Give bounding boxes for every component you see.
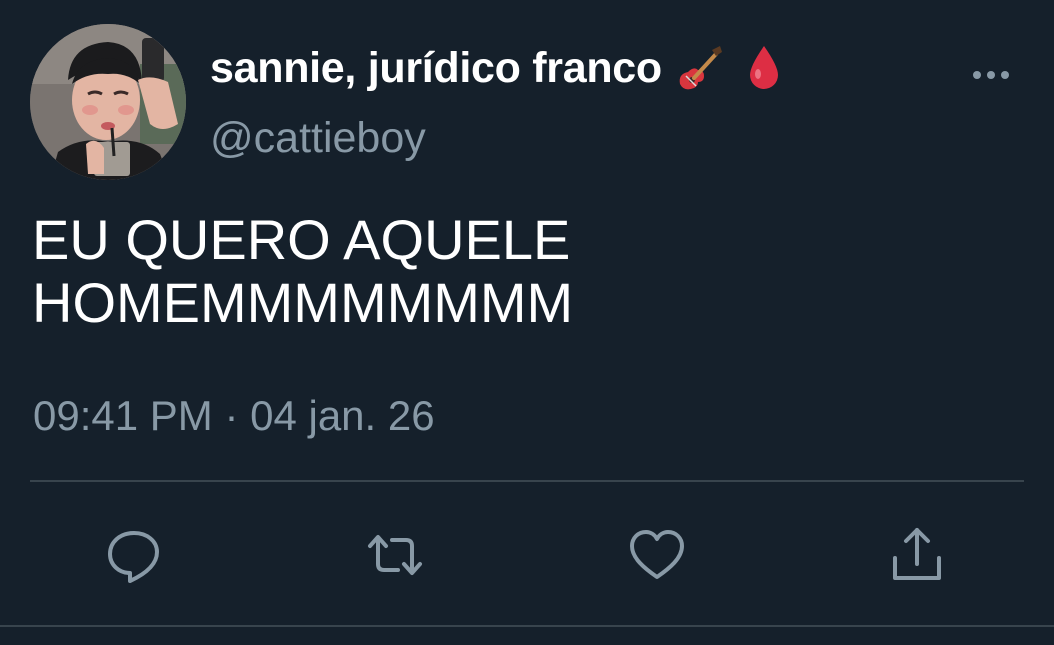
retweet-icon[interactable] [364, 524, 426, 586]
avatar[interactable] [30, 24, 186, 180]
divider [30, 480, 1024, 482]
tweet-text: EU QUERO AQUELE HOMEMMMMMMMM [32, 208, 574, 334]
display-name[interactable]: sannie, jurídico franco [210, 44, 662, 93]
divider [0, 625, 1054, 627]
more-options-icon[interactable] [968, 60, 1014, 90]
drop-of-blood-emoji-icon [738, 42, 790, 94]
tweet-card: sannie, jurídico franco @cattieboy EU QU… [0, 0, 1054, 645]
reply-icon[interactable] [103, 524, 165, 586]
author-handle[interactable]: @cattieboy [210, 114, 426, 163]
like-icon[interactable] [626, 524, 688, 586]
share-icon[interactable] [886, 524, 948, 586]
guitar-emoji-icon [674, 42, 726, 94]
author-name-row: sannie, jurídico franco [210, 40, 790, 96]
tweet-timestamp[interactable]: 09:41 PM · 04 jan. 26 [33, 392, 435, 440]
